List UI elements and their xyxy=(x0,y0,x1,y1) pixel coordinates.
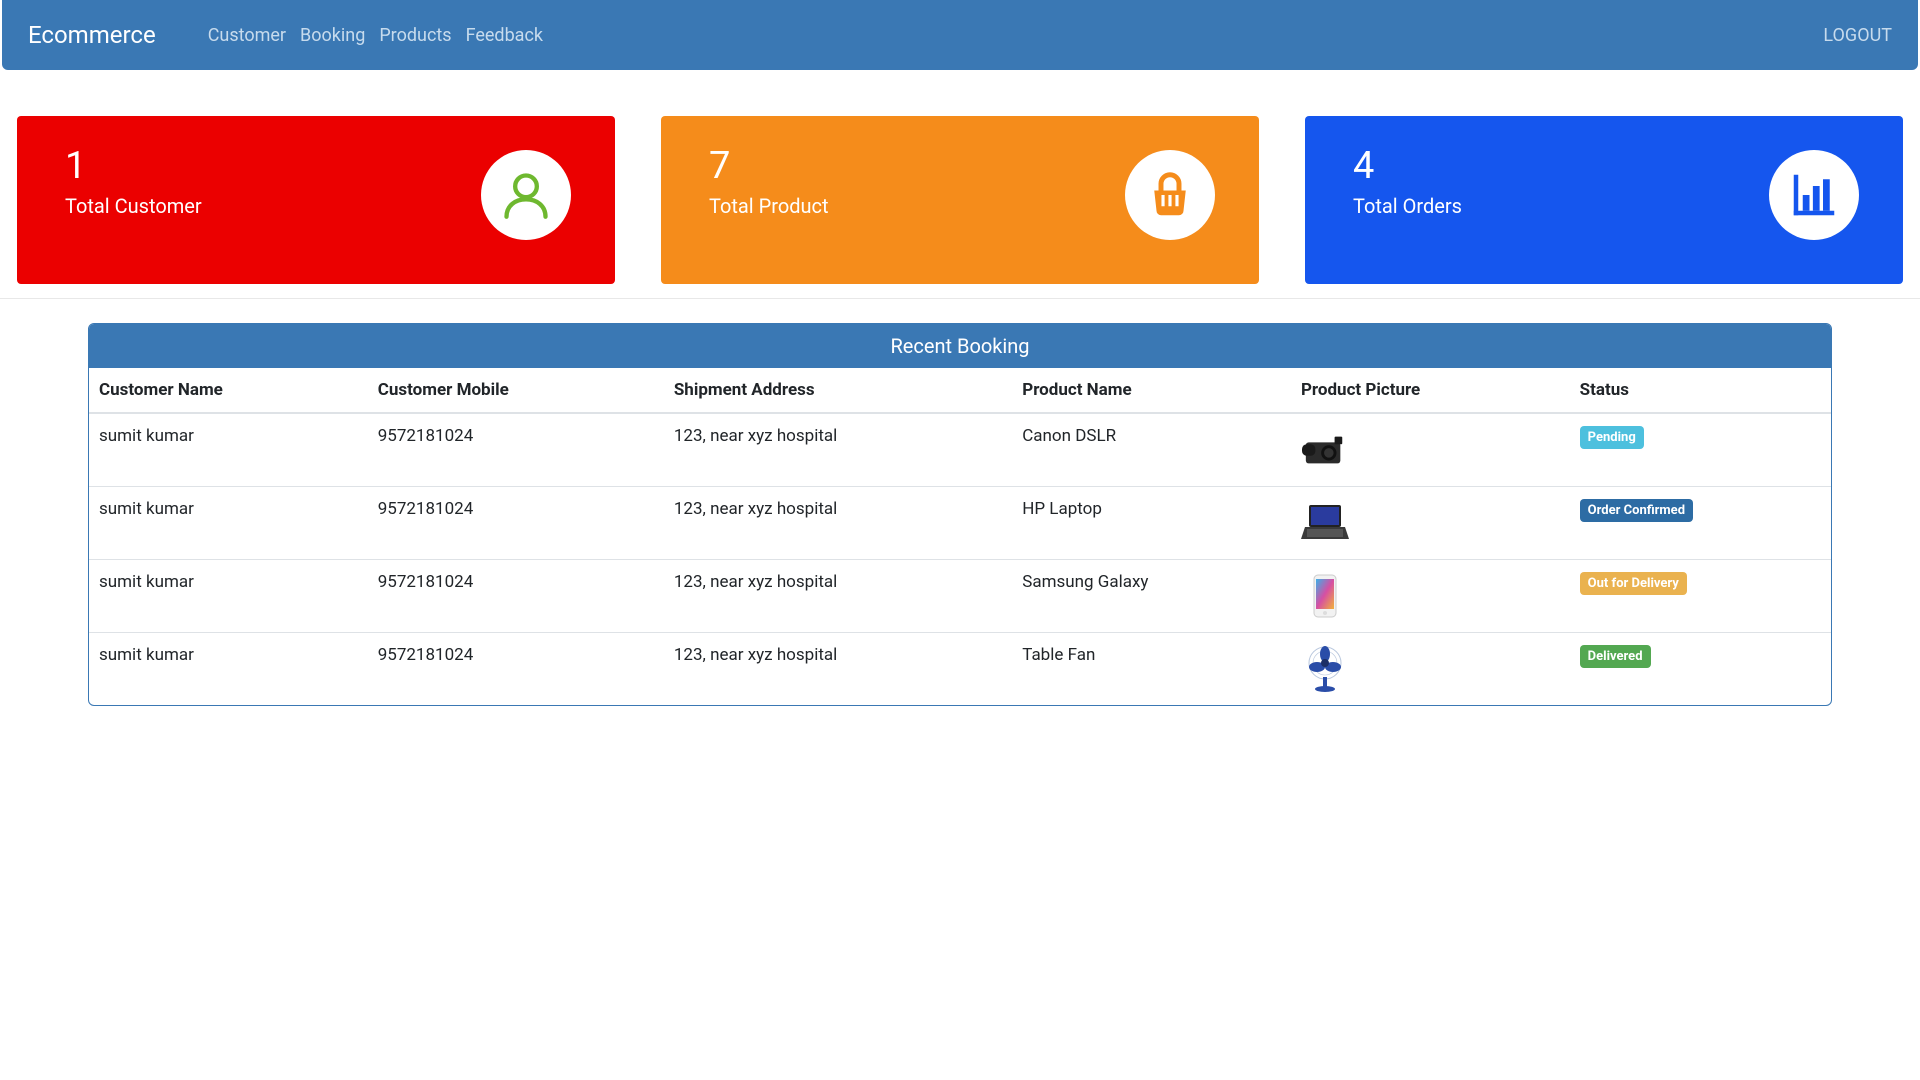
booking-panel-title: Recent Booking xyxy=(89,324,1831,368)
table-row: sumit kumar9572181024123, near xyz hospi… xyxy=(89,487,1831,560)
chart-icon xyxy=(1769,150,1859,240)
cell-customer-name: sumit kumar xyxy=(89,413,368,487)
stat-label: Total Customer xyxy=(65,194,202,218)
stat-label: Total Orders xyxy=(1353,194,1462,218)
product-image xyxy=(1301,572,1349,620)
cell-product-picture xyxy=(1291,633,1570,706)
booking-section: Recent Booking Customer Name Customer Mo… xyxy=(0,299,1920,746)
col-product-picture: Product Picture xyxy=(1291,368,1570,413)
col-status: Status xyxy=(1570,368,1831,413)
cell-product-picture xyxy=(1291,487,1570,560)
basket-icon xyxy=(1125,150,1215,240)
user-icon xyxy=(481,150,571,240)
stat-card-customers[interactable]: 1 Total Customer xyxy=(17,116,615,284)
stat-card-products[interactable]: 7 Total Product xyxy=(661,116,1259,284)
table-row: sumit kumar9572181024123, near xyz hospi… xyxy=(89,413,1831,487)
cell-product-name: Table Fan xyxy=(1012,633,1291,706)
table-row: sumit kumar9572181024123, near xyz hospi… xyxy=(89,633,1831,706)
cell-customer-name: sumit kumar xyxy=(89,633,368,706)
cell-customer-mobile: 9572181024 xyxy=(368,633,664,706)
product-image xyxy=(1301,426,1349,474)
stat-label: Total Product xyxy=(709,194,829,218)
col-customer-name: Customer Name xyxy=(89,368,368,413)
col-product-name: Product Name xyxy=(1012,368,1291,413)
cell-customer-mobile: 9572181024 xyxy=(368,560,664,633)
product-image xyxy=(1301,499,1349,547)
status-badge: Pending xyxy=(1580,426,1644,449)
cell-customer-mobile: 9572181024 xyxy=(368,487,664,560)
cell-status: Order Confirmed xyxy=(1570,487,1831,560)
cell-status: Pending xyxy=(1570,413,1831,487)
nav-links: Customer Booking Products Feedback xyxy=(208,25,543,46)
col-customer-mobile: Customer Mobile xyxy=(368,368,664,413)
cell-product-picture xyxy=(1291,413,1570,487)
booking-panel: Recent Booking Customer Name Customer Mo… xyxy=(88,323,1832,706)
cell-customer-mobile: 9572181024 xyxy=(368,413,664,487)
nav-link-products[interactable]: Products xyxy=(379,25,451,46)
nav-link-booking[interactable]: Booking xyxy=(300,25,365,46)
cell-product-name: Canon DSLR xyxy=(1012,413,1291,487)
cell-customer-name: sumit kumar xyxy=(89,487,368,560)
product-image xyxy=(1301,645,1349,693)
col-shipment-address: Shipment Address xyxy=(664,368,1012,413)
table-header-row: Customer Name Customer Mobile Shipment A… xyxy=(89,368,1831,413)
stat-value: 4 xyxy=(1353,144,1462,190)
stat-value: 1 xyxy=(65,144,202,190)
cell-shipment-address: 123, near xyz hospital xyxy=(664,560,1012,633)
cell-shipment-address: 123, near xyz hospital xyxy=(664,487,1012,560)
table-row: sumit kumar9572181024123, near xyz hospi… xyxy=(89,560,1831,633)
brand[interactable]: Ecommerce xyxy=(28,21,156,49)
cell-shipment-address: 123, near xyz hospital xyxy=(664,633,1012,706)
cell-status: Delivered xyxy=(1570,633,1831,706)
nav-right: LOGOUT xyxy=(1823,25,1892,46)
cell-product-picture xyxy=(1291,560,1570,633)
stat-value: 7 xyxy=(709,144,829,190)
status-badge: Order Confirmed xyxy=(1580,499,1693,522)
logout-link[interactable]: LOGOUT xyxy=(1823,25,1892,46)
cell-shipment-address: 123, near xyz hospital xyxy=(664,413,1012,487)
stat-cards-row: 1 Total Customer 7 Total Product xyxy=(0,70,1920,299)
status-badge: Delivered xyxy=(1580,645,1651,668)
cell-customer-name: sumit kumar xyxy=(89,560,368,633)
status-badge: Out for Delivery xyxy=(1580,572,1687,595)
cell-status: Out for Delivery xyxy=(1570,560,1831,633)
stat-card-orders[interactable]: 4 Total Orders xyxy=(1305,116,1903,284)
nav-link-customer[interactable]: Customer xyxy=(208,25,286,46)
booking-table: Customer Name Customer Mobile Shipment A… xyxy=(89,368,1831,705)
navbar: Ecommerce Customer Booking Products Feed… xyxy=(2,0,1918,70)
cell-product-name: HP Laptop xyxy=(1012,487,1291,560)
cell-product-name: Samsung Galaxy xyxy=(1012,560,1291,633)
nav-link-feedback[interactable]: Feedback xyxy=(466,25,543,46)
